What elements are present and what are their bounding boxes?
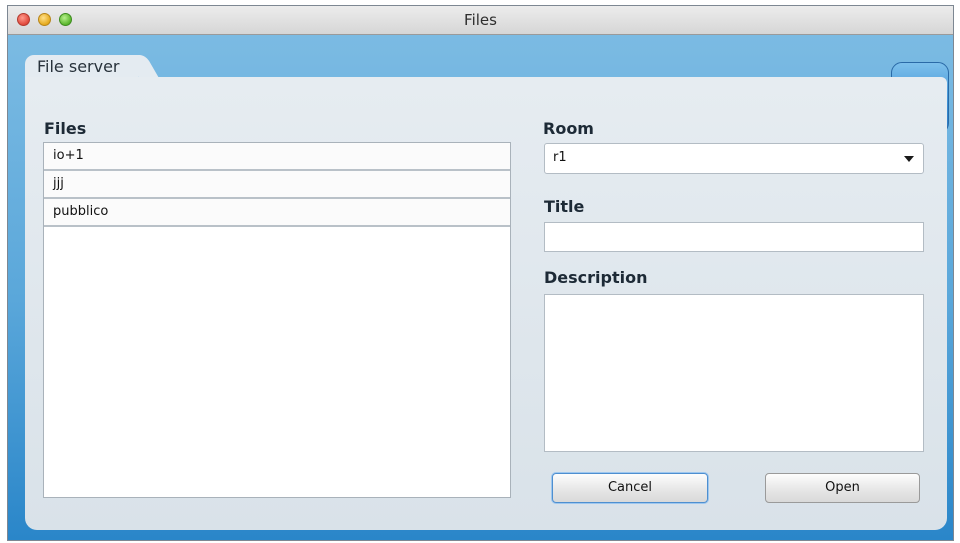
title-label: Title bbox=[544, 197, 585, 216]
description-label: Description bbox=[544, 268, 648, 287]
open-button[interactable]: Open bbox=[765, 473, 920, 503]
room-select[interactable]: r1 bbox=[544, 143, 924, 174]
room-label: Room bbox=[543, 119, 594, 138]
title-bar[interactable]: Files bbox=[8, 6, 953, 35]
files-label: Files bbox=[44, 119, 87, 138]
title-field[interactable] bbox=[544, 222, 924, 252]
tab-file-server[interactable]: File server bbox=[25, 55, 138, 77]
cancel-button[interactable]: Cancel bbox=[552, 473, 708, 503]
tab-label: File server bbox=[37, 57, 120, 76]
window-title: Files bbox=[464, 11, 497, 29]
room-select-value: r1 bbox=[553, 150, 567, 165]
chevron-down-icon bbox=[904, 156, 914, 162]
list-item[interactable]: io+1 bbox=[44, 143, 510, 171]
description-field[interactable] bbox=[544, 294, 924, 452]
files-window: Files File server Files io+1 jjj pubblic… bbox=[7, 5, 954, 541]
files-list[interactable]: io+1 jjj pubblico bbox=[43, 142, 511, 498]
list-item[interactable]: pubblico bbox=[44, 199, 510, 227]
tab-bar: File server bbox=[8, 35, 953, 77]
list-item[interactable]: jjj bbox=[44, 171, 510, 199]
file-server-panel: Files io+1 jjj pubblico Room r1 Title De… bbox=[25, 77, 947, 530]
